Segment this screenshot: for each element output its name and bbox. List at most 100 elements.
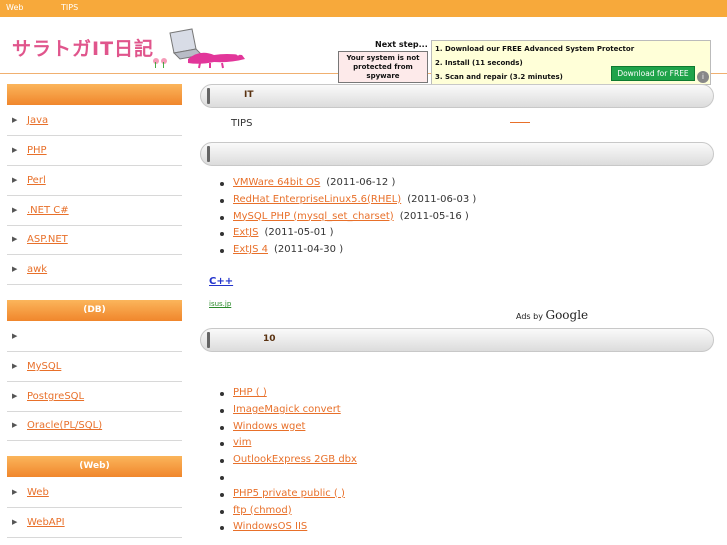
list-item: VMWare 64bit OS (2011-06-12 ) bbox=[218, 177, 476, 194]
sidebar: ▶ Java ▶ PHP ▶ Perl ▶ .NET C# ▶ ASP.NET ▶ awk … bbox=[7, 84, 182, 545]
popular-article-link[interactable]: ImageMagick convert bbox=[233, 404, 341, 415]
sidebar-item-label[interactable]: awk bbox=[27, 264, 47, 275]
popular-article-link[interactable]: vim bbox=[233, 437, 251, 448]
sidebar-item-webapi[interactable]: ▶ WebAPI bbox=[7, 508, 182, 538]
recent-article-link[interactable]: RedHat EnterpriseLinux5.6(RHEL) bbox=[233, 194, 401, 205]
arrow-right-icon: ▶ bbox=[12, 518, 18, 526]
list-item: vim bbox=[218, 437, 357, 454]
recent-articles-list: VMWare 64bit OS (2011-06-12 ) RedHat Ente… bbox=[218, 177, 476, 261]
popular-article-link[interactable] bbox=[233, 471, 277, 482]
arrow-right-icon: ▶ bbox=[12, 176, 18, 184]
sidebar-item-dotnet-csharp[interactable]: ▶ .NET C# bbox=[7, 196, 182, 226]
list-item: PHP5 private public ( ) bbox=[218, 488, 357, 505]
site-header: サラトガIT日記 Next step... Your system is not… bbox=[0, 17, 727, 85]
download-for-free-button[interactable]: Download for FREE bbox=[611, 66, 695, 81]
sidebar-item-label[interactable]: Oracle(PL/SQL) bbox=[27, 420, 102, 431]
popular-article-link[interactable]: WindowsOS IIS bbox=[233, 521, 307, 532]
sidebar-item-php[interactable]: ▶ PHP bbox=[7, 136, 182, 166]
main-content: IT TIPS VMWare 64bit OS (2011-06-12 ) Red… bbox=[200, 84, 716, 545]
cpp-link[interactable]: C++ bbox=[209, 276, 233, 287]
ad-steps-box[interactable]: 1. Download our FREE Advanced System Pro… bbox=[431, 40, 711, 85]
ads-by-google[interactable]: Ads by Google bbox=[516, 308, 588, 322]
ad-step-1: 1. Download our FREE Advanced System Pro… bbox=[435, 45, 635, 53]
recent-article-link[interactable]: VMWare 64bit OS bbox=[233, 177, 320, 188]
list-item: ImageMagick convert bbox=[218, 404, 357, 421]
ad-warning-box[interactable]: Your system is not protected from spywar… bbox=[338, 51, 428, 83]
sidebar-item-oracle[interactable]: ▶ Oracle(PL/SQL) bbox=[7, 411, 182, 441]
top-nav-tips[interactable]: TIPS bbox=[61, 3, 78, 12]
sidebar-item-aspnet[interactable]: ▶ ASP.NET bbox=[7, 225, 182, 255]
popular-article-link[interactable]: Windows wget bbox=[233, 421, 305, 432]
list-item bbox=[218, 471, 357, 488]
article-date: (2011-06-12 ) bbox=[326, 177, 396, 188]
sidebar-item-label[interactable]: Web bbox=[27, 487, 49, 498]
list-item: ftp (chmod) bbox=[218, 505, 357, 522]
tips-text: TIPS bbox=[231, 118, 253, 129]
popular-article-link[interactable]: PHP ( ) bbox=[233, 387, 267, 398]
sidebar-item-postgresql[interactable]: ▶ PostgreSQL bbox=[7, 382, 182, 412]
arrow-right-icon: ▶ bbox=[12, 362, 18, 370]
sidebar-item-label[interactable] bbox=[27, 331, 53, 342]
article-date: (2011-06-03 ) bbox=[407, 193, 477, 205]
arrow-right-icon: ▶ bbox=[12, 392, 18, 400]
sidebar-item-label[interactable]: Java bbox=[27, 115, 48, 126]
recent-article-link[interactable]: ExtJS 4 bbox=[233, 244, 268, 255]
sidebar-item-perl[interactable]: ▶ Perl bbox=[7, 166, 182, 196]
sidebar-item-label[interactable]: ASP.NET bbox=[27, 234, 68, 245]
ad-info-icon[interactable]: i bbox=[697, 71, 709, 83]
isus-link[interactable]: isus.jp bbox=[209, 300, 231, 308]
section-bar-cap bbox=[207, 88, 210, 104]
ads-by-label: Ads by bbox=[516, 312, 543, 321]
sidebar-item-label[interactable]: .NET C# bbox=[27, 205, 69, 216]
sidebar-item-java[interactable]: ▶ Java bbox=[7, 106, 182, 136]
arrow-right-icon: ▶ bbox=[12, 265, 18, 273]
ad-step-3: 3. Scan and repair (3.2 minutes) bbox=[435, 73, 563, 81]
popular-articles-list: PHP ( ) ImageMagick convert Windows wget… bbox=[218, 387, 357, 538]
list-item: WindowsOS IIS bbox=[218, 521, 357, 538]
tips-link[interactable] bbox=[510, 122, 530, 123]
sidebar-heading-languages bbox=[7, 84, 182, 105]
list-item: ExtJS 4 (2011-04-30 ) bbox=[218, 244, 476, 261]
top-nav-web[interactable]: Web bbox=[6, 3, 23, 12]
section-bar-top10: 10 bbox=[200, 328, 714, 352]
arrow-right-icon: ▶ bbox=[12, 332, 18, 340]
sidebar-heading-web: (Web) bbox=[7, 456, 182, 477]
section-bar-recent bbox=[200, 142, 714, 166]
arrow-right-icon: ▶ bbox=[12, 488, 18, 496]
section-bar-title: IT bbox=[244, 90, 254, 100]
popular-article-link[interactable]: PHP5 private public ( ) bbox=[233, 488, 345, 499]
sidebar-item-label[interactable]: WebAPI bbox=[27, 517, 65, 528]
section-bar-title: 10 bbox=[263, 334, 276, 344]
arrow-right-icon: ▶ bbox=[12, 206, 18, 214]
arrow-right-icon: ▶ bbox=[12, 421, 18, 429]
popular-article-link[interactable]: ftp (chmod) bbox=[233, 505, 292, 516]
article-date: (2011-05-16 ) bbox=[399, 210, 469, 222]
sidebar-item-awk[interactable]: ▶ awk bbox=[7, 255, 182, 285]
list-item: ExtJS (2011-05-01 ) bbox=[218, 227, 476, 244]
ad-title: Next step... bbox=[375, 40, 428, 49]
recent-article-link[interactable]: MySQL PHP (mysql_set_charset) bbox=[233, 211, 394, 222]
arrow-right-icon: ▶ bbox=[12, 235, 18, 243]
list-item: RedHat EnterpriseLinux5.6(RHEL) (2011-06-… bbox=[218, 194, 476, 211]
sidebar-item-db-blank[interactable]: ▶ bbox=[7, 322, 182, 352]
list-item: PHP ( ) bbox=[218, 387, 357, 404]
section-bar-cap bbox=[207, 146, 210, 162]
sidebar-item-label[interactable]: PostgreSQL bbox=[27, 391, 84, 402]
site-logo-title[interactable]: サラトガIT日記 bbox=[12, 34, 154, 61]
arrow-right-icon: ▶ bbox=[12, 146, 18, 154]
sidebar-item-label[interactable]: MySQL bbox=[27, 361, 61, 372]
top-nav-bar: Web TIPS bbox=[0, 0, 727, 17]
list-item: MySQL PHP (mysql_set_charset) (2011-05-16… bbox=[218, 211, 476, 228]
sidebar-item-mysql[interactable]: ▶ MySQL bbox=[7, 352, 182, 382]
arrow-right-icon: ▶ bbox=[12, 116, 18, 124]
list-item: OutlookExpress 2GB dbx bbox=[218, 454, 357, 471]
sidebar-heading-db: (DB) bbox=[7, 300, 182, 321]
popular-article-link[interactable]: OutlookExpress 2GB dbx bbox=[233, 454, 357, 465]
sidebar-item-label[interactable]: Perl bbox=[27, 175, 46, 186]
sidebar-item-web[interactable]: ▶ Web bbox=[7, 478, 182, 508]
recent-article-link[interactable]: ExtJS bbox=[233, 227, 258, 238]
section-bar-cap bbox=[207, 332, 210, 348]
sidebar-item-label[interactable]: PHP bbox=[27, 145, 47, 156]
list-item: Windows wget bbox=[218, 421, 357, 438]
ad-step-2: 2. Install (11 seconds) bbox=[435, 59, 523, 67]
